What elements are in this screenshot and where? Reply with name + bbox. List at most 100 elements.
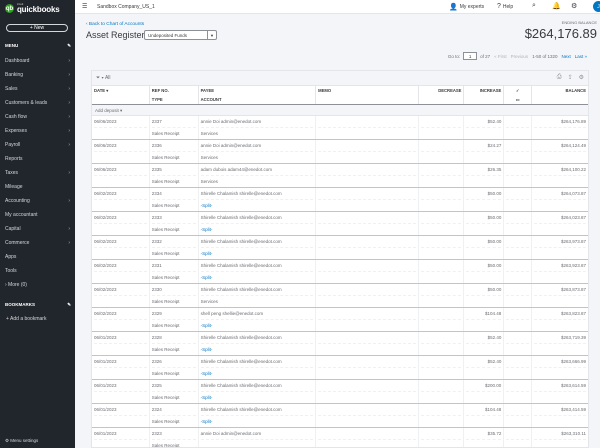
- row-ref-no: 2336: [151, 140, 196, 152]
- table-row[interactable]: 06/06/2023 2336 Sales Receipt annie Doi adm…: [92, 140, 588, 164]
- sidebar-item-label: Apps: [5, 254, 17, 260]
- sidebar-item[interactable]: Reports: [0, 153, 75, 165]
- row-ref-no: 2328: [151, 332, 196, 344]
- row-balance: $263,666.99: [534, 356, 586, 368]
- previous-page-link[interactable]: Previous: [511, 54, 529, 59]
- row-ref-no: 2337: [151, 116, 196, 128]
- sidebar-item[interactable]: Accounting ›: [0, 195, 75, 207]
- sidebar-item[interactable]: Cash flow ›: [0, 111, 75, 123]
- col-date[interactable]: DATE ▾: [94, 86, 147, 95]
- sidebar-item[interactable]: Taxes ›: [0, 167, 75, 179]
- sidebar-item[interactable]: Commerce ›: [0, 237, 75, 249]
- menu-label: MENU: [5, 43, 19, 48]
- my-experts-button[interactable]: 👤 My experts: [449, 3, 484, 11]
- table-row[interactable]: 06/06/2023 2337 Sales Receipt annie Doi adm…: [92, 116, 588, 140]
- row-cell: 2324 Sales Receipt: [150, 404, 199, 427]
- sidebar-item[interactable]: Sales ›: [0, 83, 75, 95]
- row-account: -Split-: [200, 395, 213, 400]
- table-row[interactable]: 06/01/2023 2328 Sales Receipt Shirelle Chal…: [92, 332, 588, 356]
- hamburger-menu-icon[interactable]: ☰: [82, 3, 87, 10]
- back-to-chart-of-accounts-link[interactable]: ‹ Back to Chart of Accounts: [86, 22, 144, 27]
- row-date: 06/02/2023: [94, 188, 147, 200]
- row-cell: $263,310.11: [532, 428, 588, 447]
- row-payee: Shirelle Chalamish shirelle@enedot.com: [200, 212, 314, 224]
- sidebar-item[interactable]: Mileage: [0, 181, 75, 193]
- table-row[interactable]: 06/02/2023 2332 Sales Receipt Shirelle Chal…: [92, 236, 588, 260]
- table-row[interactable]: 06/02/2023 2333 Sales Receipt Shirelle Chal…: [92, 212, 588, 236]
- table-row[interactable]: 06/06/2023 2335 Sales Receipt adam dubois a…: [92, 164, 588, 188]
- sidebar: qb intuit quickbooks + New MENU ✎ Dashbo…: [0, 0, 75, 448]
- account-select[interactable]: Undeposited Funds ▼: [144, 30, 217, 40]
- sidebar-item[interactable]: Expenses ›: [0, 125, 75, 137]
- sidebar-item[interactable]: Payroll ›: [0, 139, 75, 151]
- menu-settings-link[interactable]: ⚙ Menu settings: [5, 438, 38, 444]
- export-icon[interactable]: ⇪: [568, 74, 573, 81]
- last-page-link[interactable]: Last »: [575, 54, 587, 59]
- row-cell: $50.00: [464, 212, 505, 235]
- table-row[interactable]: 06/02/2023 2331 Sales Receipt Shirelle Chal…: [92, 260, 588, 284]
- table-row[interactable]: 06/01/2023 2323 Sales Receipt annie Doi adm…: [92, 428, 588, 447]
- sidebar-item[interactable]: Apps: [0, 251, 75, 263]
- next-page-link[interactable]: Next: [561, 54, 570, 59]
- sidebar-item[interactable]: Dashboard ›: [0, 55, 75, 67]
- row-type: Sales Receipt: [151, 275, 180, 280]
- sidebar-item[interactable]: My accountant: [0, 209, 75, 221]
- page-number-input[interactable]: 1: [463, 52, 478, 60]
- table-row[interactable]: 06/01/2023 2324 Sales Receipt Shirelle Chal…: [92, 404, 588, 428]
- row-account: -Split-: [200, 347, 213, 352]
- col-account[interactable]: ACCOUNT: [201, 95, 314, 104]
- search-icon[interactable]: ⌕: [532, 2, 536, 10]
- help-button[interactable]: ? Help: [497, 3, 513, 10]
- account-select-value: Undeposited Funds: [148, 32, 188, 38]
- table-settings-gear-icon[interactable]: ⚙: [579, 74, 584, 81]
- quickbooks-logo[interactable]: qb intuit quickbooks: [5, 3, 60, 14]
- filter-dropdown[interactable]: ⏷ ▾ All: [96, 75, 111, 81]
- col-payee[interactable]: PAYEE: [201, 86, 314, 95]
- avatar[interactable]: J: [593, 1, 600, 12]
- sidebar-item[interactable]: › More (0): [0, 279, 75, 291]
- chevron-right-icon: ›: [68, 72, 70, 78]
- notifications-bell-icon[interactable]: 🔔: [552, 2, 561, 10]
- table-row[interactable]: 06/01/2023 2325 Sales Receipt Shirelle Chal…: [92, 380, 588, 404]
- table-row[interactable]: 06/02/2023 2330 Sales Receipt Shirelle Chal…: [92, 284, 588, 308]
- col-ref-no[interactable]: REF NO.: [152, 86, 196, 95]
- chevron-right-icon: ›: [68, 198, 70, 204]
- table-row[interactable]: 06/01/2023 2326 Sales Receipt Shirelle Chal…: [92, 356, 588, 380]
- pagination: Go to: 1 of 27 « First Previous 1-50 of …: [448, 52, 587, 60]
- new-button[interactable]: + New: [6, 24, 68, 32]
- filter-value: All: [104, 75, 111, 81]
- col-memo[interactable]: MEMO: [318, 86, 416, 95]
- row-cell: [419, 212, 465, 235]
- first-page-link[interactable]: « First: [494, 54, 507, 59]
- col-balance[interactable]: BALANCE: [534, 86, 586, 95]
- sidebar-item-label: Reports: [5, 156, 23, 162]
- col-increase[interactable]: INCREASE: [466, 86, 502, 95]
- add-bookmark-link[interactable]: + Add a bookmark: [6, 316, 46, 322]
- sidebar-item-label: Cash flow: [5, 114, 27, 120]
- edit-bookmarks-pencil-icon[interactable]: ✎: [67, 302, 71, 308]
- row-payee: Shirelle Chalamish shirelle@enedot.com: [200, 284, 314, 296]
- row-type: Sales Receipt: [151, 323, 180, 328]
- sidebar-item[interactable]: Customers & leads ›: [0, 97, 75, 109]
- table-row[interactable]: 06/02/2023 2334 Sales Receipt Shirelle Chal…: [92, 188, 588, 212]
- row-balance: $264,176.89: [534, 116, 586, 128]
- sidebar-item[interactable]: Capital ›: [0, 223, 75, 235]
- row-ref-no: 2333: [151, 212, 196, 224]
- add-deposit-dropdown[interactable]: Add deposit ▾: [92, 105, 588, 116]
- sidebar-item-label: Customers & leads: [5, 100, 48, 106]
- settings-gear-icon[interactable]: ⚙: [571, 2, 577, 10]
- row-cell: 2323 Sales Receipt: [150, 428, 199, 447]
- col-decrease[interactable]: DECREASE: [421, 86, 461, 95]
- table-row[interactable]: 06/02/2023 2329 Sales Receipt shell peng sh…: [92, 308, 588, 332]
- row-cell: [504, 380, 533, 403]
- row-cell: 2330 Sales Receipt: [150, 284, 199, 307]
- chevron-right-icon: ›: [68, 86, 70, 92]
- row-balance: $264,073.87: [534, 188, 586, 200]
- sidebar-item[interactable]: Tools: [0, 265, 75, 277]
- row-cell: [419, 284, 465, 307]
- print-icon[interactable]: ⎙: [557, 74, 562, 81]
- row-cell: annie Doi admin@enedot.com Services: [199, 140, 317, 163]
- sidebar-item[interactable]: Banking ›: [0, 69, 75, 81]
- edit-menu-pencil-icon[interactable]: ✎: [67, 43, 71, 49]
- col-type[interactable]: TYPE: [152, 95, 196, 104]
